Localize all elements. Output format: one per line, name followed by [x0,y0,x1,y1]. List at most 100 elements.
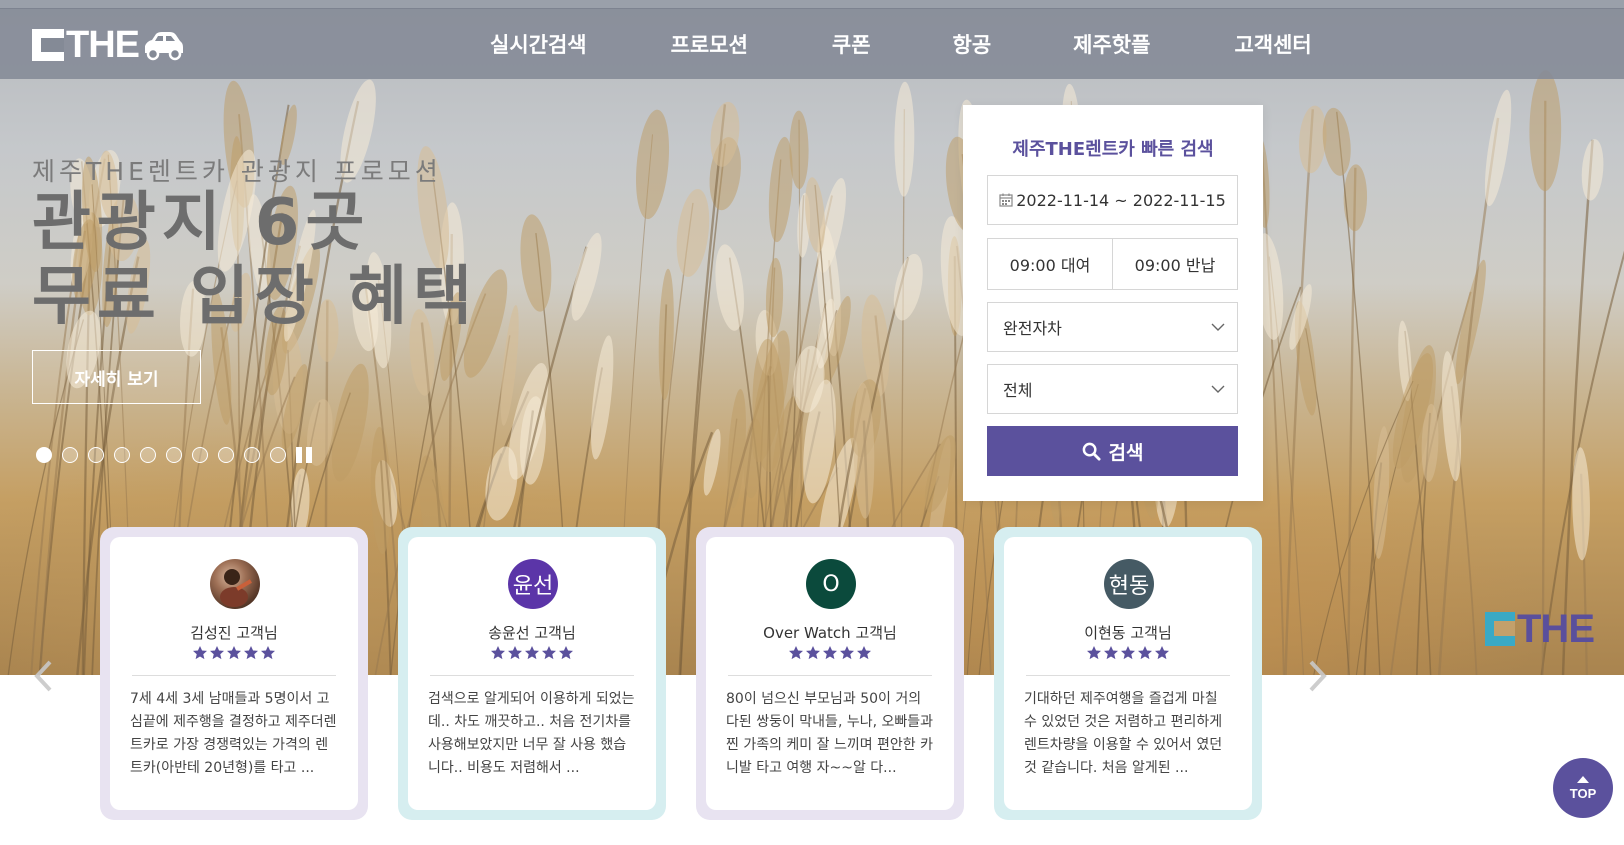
slider-dot[interactable] [114,447,130,463]
insurance-select[interactable]: 완전자차 [987,302,1238,352]
nav-promotion[interactable]: 프로모션 [671,29,748,59]
slider-dot[interactable] [36,447,52,463]
review-card[interactable]: 윤선 송윤선 고객님 검색으로 알게되어 이용하게 되었는데.. 차도 깨끗하고… [398,527,666,820]
slider-dot[interactable] [88,447,104,463]
chevron-down-icon [1211,323,1225,331]
avatar: 현동 [1104,559,1154,609]
arrow-left-icon[interactable] [32,658,54,694]
watermark-logo: THE [1485,607,1595,651]
star-icon [491,646,505,660]
return-time-field[interactable]: 09:00 반납 [1112,239,1237,289]
star-icon [525,646,539,660]
review-card[interactable]: 김성진 고객님 7세 4세 3세 남매들과 5명이서 고심끝에 제주행을 결정하… [100,527,368,820]
star-icon [823,646,837,660]
star-icon [261,646,275,660]
review-divider [430,675,634,676]
avatar [210,559,260,609]
star-icon [193,646,207,660]
slider-dot[interactable] [218,447,234,463]
review-card-body: 윤선 송윤선 고객님 검색으로 알게되어 이용하게 되었는데.. 차도 깨끗하고… [408,537,656,810]
avatar: O [806,559,856,609]
car-type-select[interactable]: 전체 [987,364,1238,414]
hero-subtitle: 제주THE렌트카 관광지 프로모션 [32,157,442,186]
review-text: 기대하던 제주여행을 즐겁게 마칠 수 있었던 것은 저렴하고 편리하게 렌트차… [1024,691,1223,776]
car-type-select-value: 전체 [1003,381,1033,400]
avatar-photo [220,569,252,607]
rating-stars [408,645,656,661]
arrow-right-icon[interactable] [1307,658,1329,694]
logo-mark [32,29,64,61]
rating-stars [1004,645,1252,661]
review-card[interactable]: 현동 이현동 고객님 기대하던 제주여행을 즐겁게 마칠 수 있었던 것은 저렴… [994,527,1262,820]
slider-dot[interactable] [140,447,156,463]
star-icon [1121,646,1135,660]
star-icon [1155,646,1169,660]
slider-dot[interactable] [62,447,78,463]
logo-text: THE [66,24,140,66]
slider-pagination [36,447,312,463]
time-fields: 09:00 대여 09:00 반납 [987,238,1238,290]
review-divider [132,675,336,676]
top-border-line [0,0,1624,9]
reviewer-name: 이현동 고객님 [1084,624,1172,642]
search-panel-title: 제주THE렌트카 빠른 검색 [1012,139,1214,160]
nav-flight[interactable]: 항공 [953,29,992,59]
pickup-time-field[interactable]: 09:00 대여 [988,239,1112,289]
car-icon [145,32,183,61]
rating-stars [706,645,954,661]
review-divider [728,675,932,676]
nav-coupon[interactable]: 쿠폰 [832,29,871,59]
search-button[interactable]: 검색 [987,426,1238,476]
caret-up-icon [1577,775,1589,783]
review-card-body: 김성진 고객님 7세 4세 3세 남매들과 5명이서 고심끝에 제주행을 결정하… [110,537,358,810]
slider-dot[interactable] [244,447,260,463]
slider-dot[interactable] [270,447,286,463]
star-icon [227,646,241,660]
review-text: 검색으로 알게되어 이용하게 되었는데.. 차도 깨끗하고.. 처음 전기차를 … [428,691,635,776]
star-icon [1104,646,1118,660]
detail-button[interactable]: 자세히 보기 [32,350,201,404]
star-icon [840,646,854,660]
search-button-label: 검색 [1108,441,1144,464]
nav-jeju-hotplace[interactable]: 제주핫플 [1073,29,1150,59]
star-icon [542,646,556,660]
watermark-logo-mark [1485,612,1515,646]
scroll-top-button[interactable]: TOP [1553,758,1613,818]
search-icon [1082,442,1101,461]
calendar-icon [999,193,1013,207]
site-logo[interactable]: THE [32,24,185,66]
star-icon [508,646,522,660]
nav-customer-center[interactable]: 고객센터 [1234,29,1311,59]
pause-icon[interactable] [296,447,312,463]
star-icon [1138,646,1152,660]
scroll-top-label: TOP [1569,785,1597,801]
review-text: 80이 넘으신 부모님과 50이 거의 다된 쌍둥이 막내들, 누나, 오빠들과… [726,691,934,776]
main-nav: 실시간검색 프로모션 쿠폰 항공 제주핫플 고객센터 [490,9,1312,79]
watermark-logo-text: THE [1517,607,1595,651]
hero-title-line1: 관광지 6곳 [32,186,371,260]
date-range-field[interactable]: 2022-11-14 ~ 2022-11-15 [987,175,1238,225]
review-card-body: O Over Watch 고객님 80이 넘으신 부모님과 50이 거의 다된 … [706,537,954,810]
site-header: THE 실시간검색 프로모션 쿠폰 항공 제주핫플 고객센터 [0,9,1624,79]
star-icon [806,646,820,660]
review-text: 7세 4세 3세 남매들과 5명이서 고심끝에 제주행을 결정하고 제주더렌트카… [130,691,337,776]
rating-stars [110,645,358,661]
avatar: 윤선 [508,559,558,609]
slider-dot[interactable] [166,447,182,463]
slider-dot[interactable] [192,447,208,463]
review-card[interactable]: O Over Watch 고객님 80이 넘으신 부모님과 50이 거의 다된 … [696,527,964,820]
star-icon [857,646,871,660]
quick-search-panel: 제주THE렌트카 빠른 검색 2022-11-14 ~ 2022-11-15 0… [963,105,1263,501]
review-card-body: 현동 이현동 고객님 기대하던 제주여행을 즐겁게 마칠 수 있었던 것은 저렴… [1004,537,1252,810]
star-icon [1087,646,1101,660]
review-divider [1026,675,1230,676]
star-icon [559,646,573,660]
reviewer-name: Over Watch 고객님 [763,624,897,642]
date-range-text: 2022-11-14 ~ 2022-11-15 [1016,190,1226,210]
reviewer-name: 송윤선 고객님 [488,624,576,642]
star-icon [210,646,224,660]
nav-realtime-search[interactable]: 실시간검색 [490,29,587,59]
hero-title-line2: 무료 입장 혜택 [32,260,478,334]
reviewer-name: 김성진 고객님 [190,624,278,642]
chevron-down-icon [1211,385,1225,393]
